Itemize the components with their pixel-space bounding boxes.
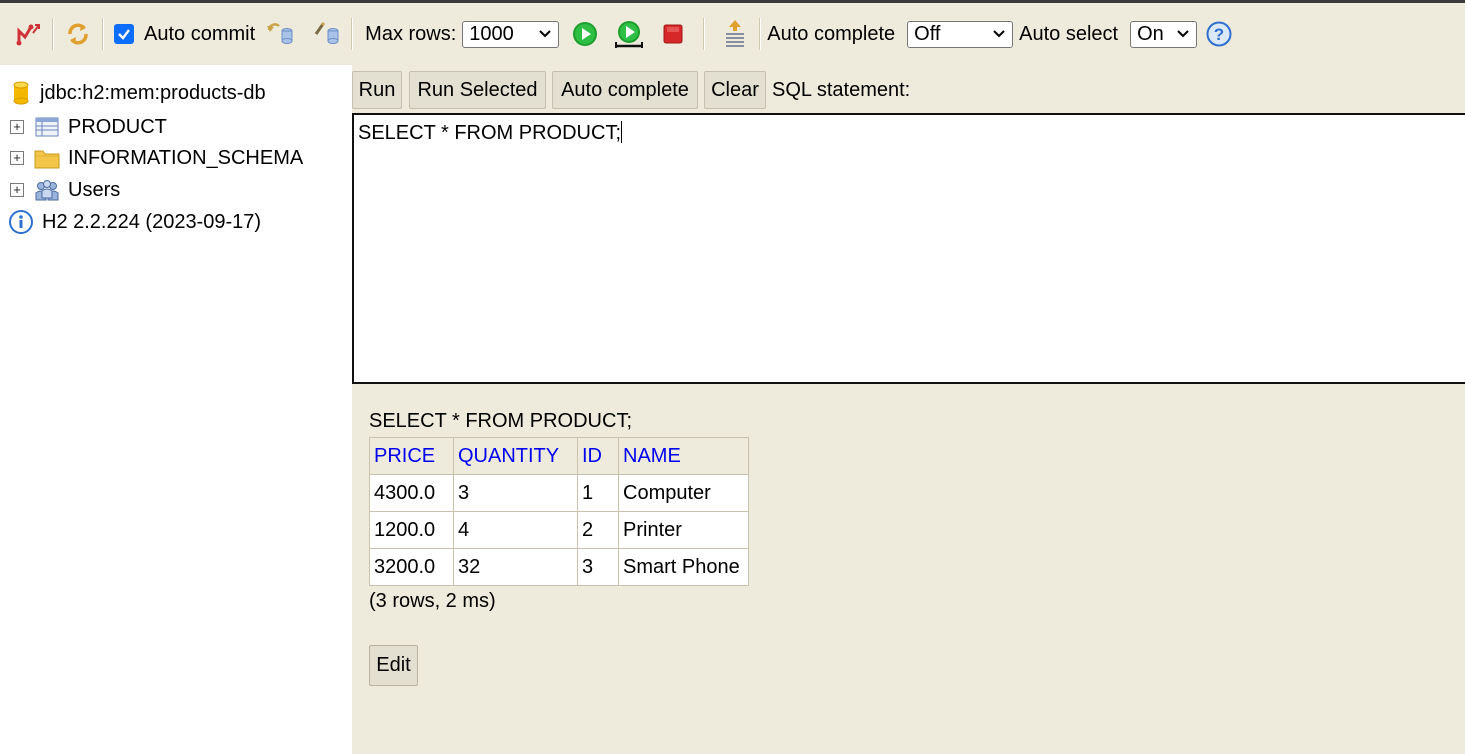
result-table: PRICE QUANTITY ID NAME 4300.0 3 1 Comput…	[369, 437, 749, 586]
table-cell: 3	[453, 474, 578, 512]
table-row: 1200.0 4 2 Printer	[369, 511, 749, 549]
run-button[interactable]: Run	[352, 71, 402, 109]
sql-input[interactable]: SELECT * FROM PRODUCT;	[352, 113, 1465, 384]
tree-item-information-schema[interactable]: + INFORMATION_SCHEMA	[10, 143, 303, 173]
tree-item-label: INFORMATION_SCHEMA	[68, 146, 304, 169]
tree-item-label: PRODUCT	[68, 115, 167, 138]
database-icon	[10, 80, 32, 106]
auto-complete-button[interactable]: Auto complete	[552, 71, 698, 109]
expand-icon[interactable]: +	[10, 151, 24, 165]
auto-select-label: Auto select	[1019, 22, 1119, 45]
tree-item-connection[interactable]: jdbc:h2:mem:products-db	[10, 78, 266, 108]
edit-button[interactable]: Edit	[369, 645, 418, 686]
auto-complete-value: Off	[914, 22, 941, 45]
toolbar-separator	[759, 18, 762, 50]
query-panel: Run Run Selected Auto complete Clear SQL…	[352, 65, 1465, 392]
commit-icon[interactable]	[311, 18, 343, 50]
table-row: 3200.0 32 3 Smart Phone	[369, 548, 749, 586]
toolbar-separator	[351, 18, 354, 50]
column-header-name[interactable]: NAME	[618, 437, 749, 475]
toolbar-separator	[52, 18, 54, 50]
column-header-price[interactable]: PRICE	[369, 437, 454, 475]
text-caret	[621, 121, 622, 143]
table-cell: 1200.0	[369, 511, 454, 549]
schema-tree: jdbc:h2:mem:products-db + PRODUCT + INFO…	[0, 65, 352, 754]
table-cell: Smart Phone	[618, 548, 749, 586]
auto-complete-select[interactable]: Off	[907, 20, 1014, 48]
results-panel: SELECT * FROM PRODUCT; PRICE QUANTITY ID…	[352, 392, 1465, 754]
chevron-down-icon	[1177, 30, 1189, 38]
table-cell: 4300.0	[369, 474, 454, 512]
auto-select-select[interactable]: On	[1130, 20, 1198, 48]
tree-item-product[interactable]: + PRODUCT	[10, 112, 167, 142]
run-selected-button[interactable]: Run Selected	[409, 71, 546, 109]
expand-icon[interactable]: +	[10, 183, 24, 197]
result-statement: SELECT * FROM PRODUCT;	[369, 410, 632, 432]
history-icon[interactable]	[719, 18, 751, 50]
users-icon	[34, 177, 60, 203]
toolbar-separator	[102, 18, 104, 50]
expand-icon[interactable]: +	[10, 120, 24, 134]
max-rows-select[interactable]: 1000	[462, 20, 560, 48]
sql-statement-label: SQL statement:	[772, 79, 911, 101]
chevron-down-icon	[993, 30, 1005, 38]
disconnect-icon[interactable]	[12, 18, 44, 50]
auto-commit-checkbox[interactable]	[114, 24, 134, 44]
table-cell: 2	[577, 511, 619, 549]
tree-item-users[interactable]: + Users	[10, 175, 120, 205]
tree-item-version: H2 2.2.224 (2023-09-17)	[8, 207, 261, 237]
toolbar-separator	[703, 18, 706, 50]
table-cell: Printer	[618, 511, 749, 549]
table-cell: 3	[577, 548, 619, 586]
auto-complete-label: Auto complete	[767, 22, 896, 45]
help-icon[interactable]: ?	[1203, 18, 1235, 50]
chevron-down-icon	[539, 30, 551, 38]
auto-select-value: On	[1137, 22, 1164, 45]
clear-button[interactable]: Clear	[704, 71, 766, 109]
max-rows-value: 1000	[469, 22, 514, 45]
auto-commit-label: Auto commit	[144, 22, 256, 45]
sql-text: SELECT * FROM PRODUCT;	[358, 122, 621, 144]
column-header-quantity[interactable]: QUANTITY	[453, 437, 578, 475]
result-info: (3 rows, 2 ms)	[369, 590, 496, 612]
run-selected-icon[interactable]	[613, 18, 645, 50]
table-cell: Computer	[618, 474, 749, 512]
folder-icon	[34, 145, 60, 171]
run-icon[interactable]	[569, 18, 601, 50]
svg-text:?: ?	[1214, 25, 1224, 44]
table-header-row: PRICE QUANTITY ID NAME	[369, 437, 749, 475]
refresh-icon[interactable]	[62, 18, 94, 50]
table-cell: 3200.0	[369, 548, 454, 586]
table-row: 4300.0 3 1 Computer	[369, 474, 749, 512]
info-icon	[8, 209, 34, 235]
table-cell: 1	[577, 474, 619, 512]
version-label: H2 2.2.224 (2023-09-17)	[42, 210, 262, 233]
column-header-id[interactable]: ID	[577, 437, 619, 475]
table-cell: 4	[453, 511, 578, 549]
rollback-icon[interactable]	[265, 18, 297, 50]
table-cell: 32	[453, 548, 578, 586]
table-icon	[34, 114, 60, 140]
toolbar: Auto commit Max rows: 1000 Auto complete…	[0, 0, 1465, 65]
connection-label: jdbc:h2:mem:products-db	[40, 81, 266, 104]
tree-item-label: Users	[68, 178, 121, 201]
stop-icon[interactable]	[657, 18, 689, 50]
max-rows-label: Max rows:	[365, 22, 457, 45]
